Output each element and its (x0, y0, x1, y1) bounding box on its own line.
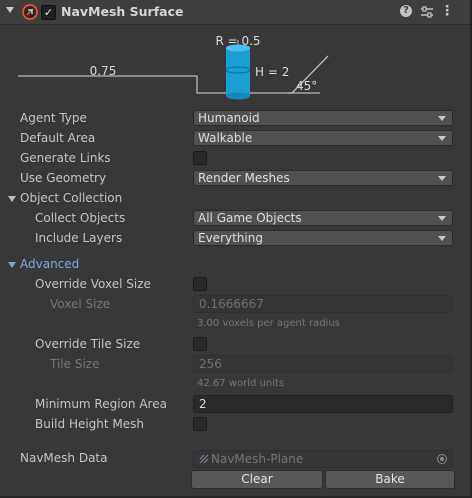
override-tile-size-checkbox[interactable] (193, 337, 207, 351)
foldout-arrow-icon[interactable] (6, 7, 14, 13)
build-height-mesh-label: Build Height Mesh (35, 417, 145, 431)
collect-objects-label: Collect Objects (35, 211, 126, 225)
navmesh-data-field[interactable]: NavMesh-Plane (193, 450, 453, 468)
radius-label: R = 0.5 (215, 34, 260, 48)
navmesh-component-icon (22, 4, 38, 20)
object-collection-foldout-icon[interactable] (8, 196, 16, 202)
default-area-label: Default Area (20, 131, 96, 145)
tile-size-hint: 42.67 world units (197, 378, 285, 389)
voxel-size-hint: 3.00 voxels per agent radius (197, 318, 340, 329)
minimum-region-area-field[interactable]: 2 (193, 395, 453, 413)
chevron-down-icon (438, 136, 446, 141)
navmesh-surface-inspector: ✓ NavMesh Surface ? ⋮ R = 0.5 H = 2 0.75… (0, 0, 472, 498)
generate-links-checkbox[interactable] (193, 151, 207, 165)
chevron-down-icon (438, 116, 446, 121)
override-voxel-size-checkbox[interactable] (193, 277, 207, 291)
include-layers-value: Everything (198, 231, 263, 245)
object-picker-icon[interactable] (437, 454, 447, 464)
collect-objects-dropdown[interactable]: All Game Objects (193, 210, 453, 226)
default-area-value: Walkable (198, 131, 253, 145)
bake-button[interactable]: Bake (325, 470, 455, 489)
chevron-down-icon (438, 216, 446, 221)
more-options-icon[interactable]: ⋮ (440, 3, 454, 19)
include-layers-label: Include Layers (35, 231, 123, 245)
agent-type-dropdown[interactable]: Humanoid (193, 110, 453, 126)
agent-type-label: Agent Type (20, 111, 87, 125)
navmesh-asset-icon (199, 454, 209, 464)
component-header[interactable]: ✓ NavMesh Surface ? ⋮ (0, 0, 470, 25)
clear-button[interactable]: Clear (191, 470, 323, 489)
object-collection-header[interactable]: Object Collection (20, 191, 122, 205)
tile-size-field: 256 (193, 355, 453, 373)
minimum-region-area-value: 2 (199, 397, 207, 411)
navmesh-data-value: NavMesh-Plane (211, 452, 304, 466)
preset-icon[interactable] (420, 4, 434, 20)
voxel-size-label: Voxel Size (50, 297, 111, 311)
voxel-size-value: 0.1666667 (199, 297, 264, 311)
use-geometry-dropdown[interactable]: Render Meshes (193, 170, 453, 186)
chevron-down-icon (438, 236, 446, 241)
build-height-mesh-checkbox[interactable] (193, 417, 207, 431)
override-tile-size-label: Override Tile Size (35, 337, 141, 351)
include-layers-dropdown[interactable]: Everything (193, 230, 453, 246)
advanced-foldout-icon[interactable] (8, 262, 16, 268)
override-voxel-size-label: Override Voxel Size (35, 277, 151, 291)
step-label: 0.75 (90, 64, 117, 78)
advanced-header[interactable]: Advanced (20, 257, 79, 271)
voxel-size-field: 0.1666667 (193, 295, 453, 313)
chevron-down-icon (438, 176, 446, 181)
navmesh-data-label: NavMesh Data (20, 451, 108, 465)
minimum-region-area-label: Minimum Region Area (35, 397, 167, 411)
default-area-dropdown[interactable]: Walkable (193, 130, 453, 146)
component-title: NavMesh Surface (61, 4, 184, 19)
agent-diagram: R = 0.5 H = 2 0.75 45° (18, 34, 329, 100)
height-label: H = 2 (255, 65, 289, 79)
agent-type-value: Humanoid (198, 111, 260, 125)
use-geometry-label: Use Geometry (20, 171, 107, 185)
use-geometry-value: Render Meshes (198, 171, 290, 185)
slope-label: 45° (296, 79, 317, 93)
component-enabled-checkbox[interactable]: ✓ (41, 5, 56, 20)
generate-links-label: Generate Links (20, 151, 111, 165)
help-icon[interactable]: ? (400, 5, 412, 17)
tile-size-value: 256 (199, 357, 222, 371)
tile-size-label: Tile Size (50, 357, 100, 371)
collect-objects-value: All Game Objects (198, 211, 302, 225)
